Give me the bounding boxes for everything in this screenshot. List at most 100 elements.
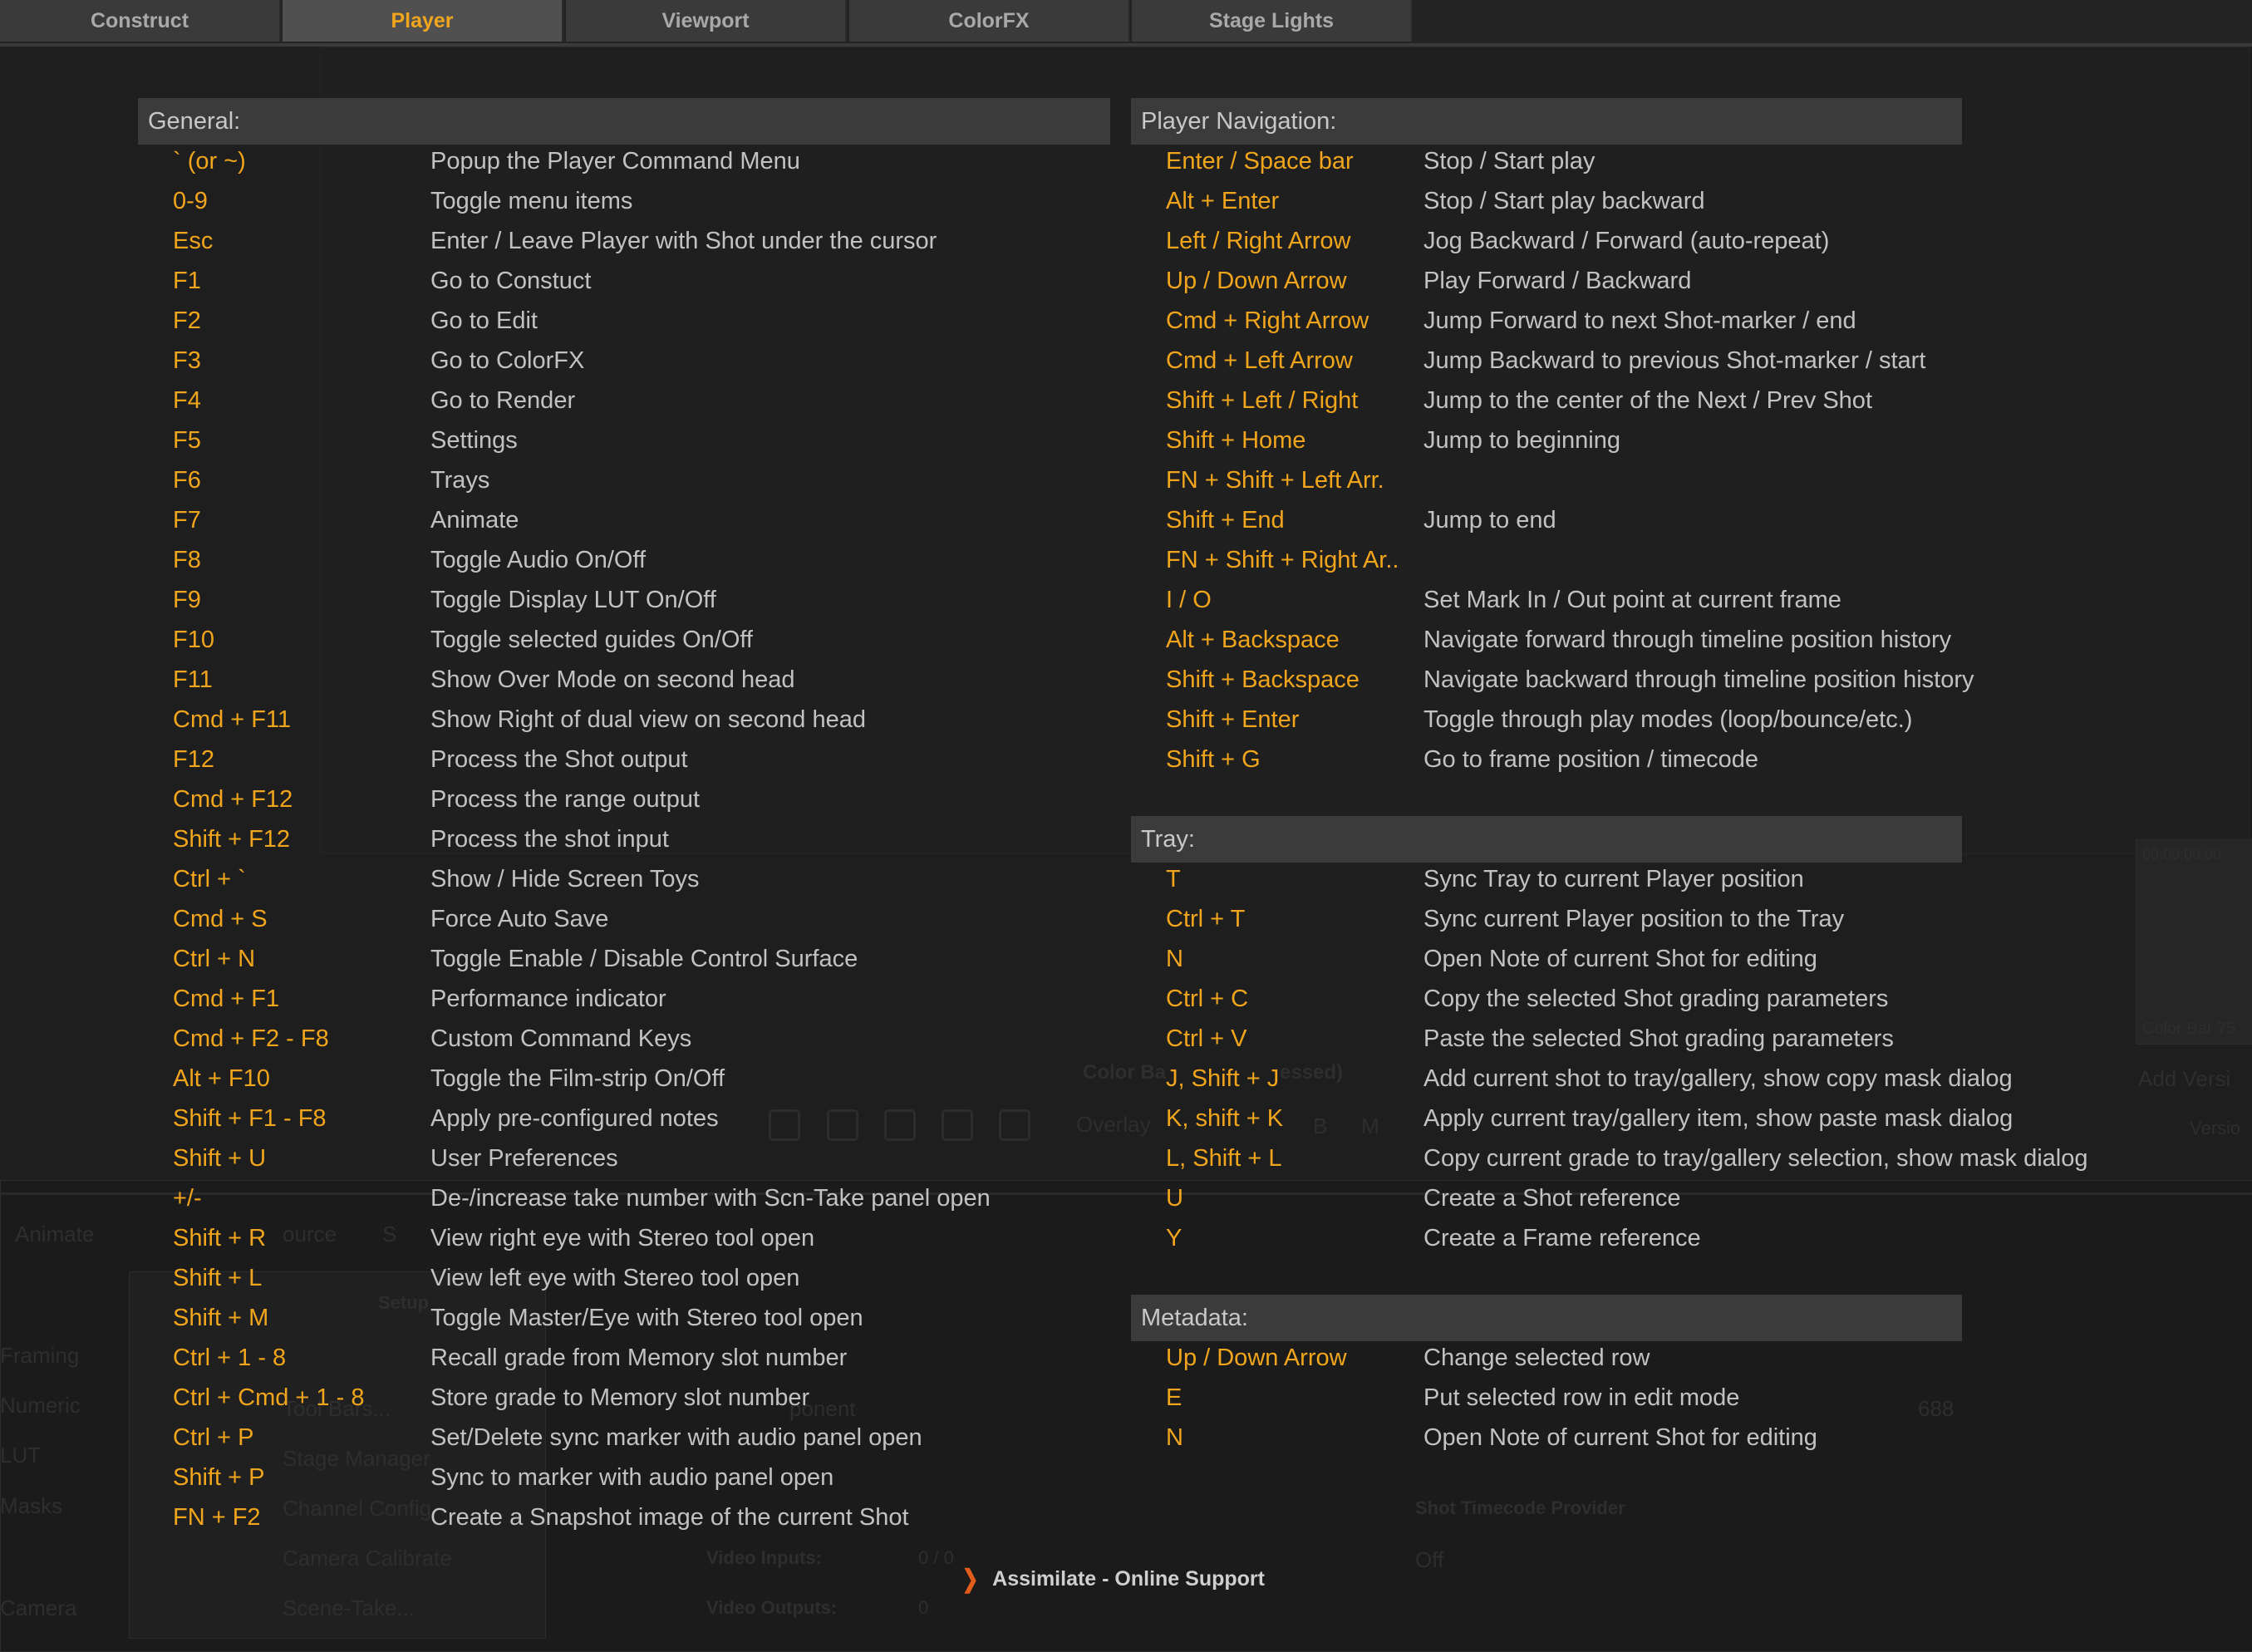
shortcut-description: Stop / Start play	[1423, 147, 1596, 175]
shortcut-description: Go to Render	[430, 386, 576, 414]
shortcut-description: Toggle Audio On/Off	[430, 546, 647, 573]
bg-timecode-provider: Shot Timecode Provider	[1415, 1497, 1625, 1518]
bg-masks: Masks	[0, 1493, 63, 1518]
shortcut-key: Alt + F10	[173, 1064, 270, 1092]
shortcut-description: Animate	[430, 506, 519, 533]
shortcut-key: FN + F2	[173, 1503, 261, 1531]
shortcut-key: ` (or ~)	[173, 147, 246, 175]
shortcut-description: Jump to beginning	[1423, 426, 1620, 454]
shortcut-key: 0-9	[173, 187, 208, 214]
shortcut-description: Add current shot to tray/gallery, show c…	[1423, 1064, 2013, 1092]
tab-stage-lights[interactable]: Stage Lights	[1132, 0, 1413, 42]
shortcut-key: Cmd + Right Arrow	[1166, 307, 1369, 334]
bg-video-inputs-value: 0 / 0	[918, 1547, 954, 1568]
shortcut-key: U	[1166, 1184, 1183, 1212]
tab-colorfx[interactable]: ColorFX	[849, 0, 1130, 42]
shortcut-key: Ctrl + N	[173, 945, 256, 972]
shortcut-description: Show Over Mode on second head	[430, 666, 795, 693]
shortcut-key: Shift + Enter	[1166, 706, 1300, 733]
shortcut-description: Apply pre-configured notes	[430, 1104, 719, 1132]
chevron-right-icon: ❯	[961, 1565, 979, 1593]
shortcut-key: J, Shift + J	[1166, 1064, 1280, 1092]
shortcut-description: Set/Delete sync marker with audio panel …	[430, 1423, 922, 1451]
shortcut-description: Paste the selected Shot grading paramete…	[1423, 1025, 1894, 1052]
bg-thumbnail	[2136, 839, 2252, 1045]
shortcut-description: Force Auto Save	[430, 905, 609, 932]
shortcut-description: Go to Constuct	[430, 267, 592, 294]
tab-viewport[interactable]: Viewport	[566, 0, 847, 42]
shortcut-key: Shift + F1 - F8	[173, 1104, 327, 1132]
shortcut-description: Toggle Enable / Disable Control Surface	[430, 945, 858, 972]
shortcut-description: De-/increase take number with Scn-Take p…	[430, 1184, 991, 1212]
shortcut-description: Copy current grade to tray/gallery selec…	[1423, 1144, 2088, 1172]
section-header-metadata: Metadata:	[1131, 1295, 1962, 1341]
shortcut-key: Up / Down Arrow	[1166, 267, 1347, 294]
shortcut-description: Create a Shot reference	[1423, 1184, 1681, 1212]
shortcut-key: Alt + Enter	[1166, 187, 1280, 214]
shortcut-description: Show Right of dual view on second head	[430, 706, 866, 733]
shortcut-key: F7	[173, 506, 201, 533]
shortcut-description: Create a Frame reference	[1423, 1224, 1701, 1251]
shortcut-description: Jump to the center of the Next / Prev Sh…	[1423, 386, 1872, 414]
shortcut-key: Shift + Home	[1166, 426, 1306, 454]
shortcut-key: T	[1166, 865, 1181, 892]
shortcut-description: Popup the Player Command Menu	[430, 147, 800, 175]
expand-icon	[999, 1109, 1030, 1141]
zoom-1to1-icon	[884, 1109, 916, 1141]
shortcut-description: Navigate backward through timeline posit…	[1423, 666, 1974, 693]
bg-color-bar-75: Color Bar 75	[2142, 1020, 2236, 1038]
shortcut-key: N	[1166, 945, 1183, 972]
shortcut-key: F3	[173, 347, 201, 374]
shortcut-key: Shift + End	[1166, 506, 1285, 533]
shortcut-key: Ctrl + Cmd + 1 - 8	[173, 1384, 365, 1411]
shortcut-description: Toggle menu items	[430, 187, 633, 214]
shortcut-description: Toggle the Film-strip On/Off	[430, 1064, 725, 1092]
shortcut-key: Shift + M	[173, 1304, 269, 1331]
shortcut-description: Jump Forward to next Shot-marker / end	[1423, 307, 1856, 334]
shortcut-description: Process the range output	[430, 785, 701, 813]
shortcut-key: Ctrl + T	[1166, 905, 1246, 932]
shortcut-key: F10	[173, 626, 214, 653]
bg-animate: Animate	[15, 1222, 95, 1246]
shortcut-description: Custom Command Keys	[430, 1025, 692, 1052]
shortcut-description: Performance indicator	[430, 985, 666, 1012]
bg-s: S	[382, 1222, 397, 1246]
shortcut-description: Open Note of current Shot for editing	[1423, 945, 1817, 972]
section-header-tray: Tray:	[1131, 816, 1962, 863]
shortcut-description: Process the shot input	[430, 825, 669, 853]
shortcut-description: Enter / Leave Player with Shot under the…	[430, 227, 937, 254]
bg-channel-config: Channel Config	[283, 1496, 432, 1521]
shortcut-key: Cmd + F12	[173, 785, 293, 813]
bg-camera: Camera	[0, 1595, 77, 1620]
shortcut-description: View right eye with Stereo tool open	[430, 1224, 815, 1251]
shortcut-key: Cmd + F11	[173, 706, 292, 733]
shortcut-description: Toggle selected guides On/Off	[430, 626, 753, 653]
shortcut-description: Jump to end	[1423, 506, 1556, 533]
bg-overlay-label: Overlay	[1076, 1112, 1151, 1137]
shortcut-key: Up / Down Arrow	[1166, 1344, 1347, 1371]
shortcut-key: Ctrl + V	[1166, 1025, 1247, 1052]
shortcut-key: F6	[173, 466, 201, 494]
shortcut-description: Play Forward / Backward	[1423, 267, 1692, 294]
shortcut-description: Stop / Start play backward	[1423, 187, 1705, 214]
shortcut-description: Go to Edit	[430, 307, 538, 334]
bg-stage-manager: Stage Manager	[283, 1446, 430, 1471]
shortcut-description: Settings	[430, 426, 518, 454]
bg-video-outputs-value: 0	[918, 1597, 929, 1618]
shortcut-key: F2	[173, 307, 201, 334]
tab-construct[interactable]: Construct	[0, 0, 281, 42]
shortcut-description: View left eye with Stereo tool open	[430, 1264, 800, 1291]
shortcut-key: Shift + U	[173, 1144, 267, 1172]
shortcut-description: Jog Backward / Forward (auto-repeat)	[1423, 227, 1830, 254]
online-support-link[interactable]: ❯ Assimilate - Online Support	[960, 1564, 1265, 1594]
bg-version: Versio	[2190, 1118, 2241, 1138]
bg-rgb-b: B	[1313, 1114, 1328, 1138]
shortcut-key: FN + Shift + Right Ar..	[1166, 546, 1399, 573]
bg-video-outputs-label: Video Outputs:	[706, 1597, 838, 1618]
bg-color-bar-suffix: essed)	[1280, 1061, 1344, 1084]
shortcut-key: F5	[173, 426, 201, 454]
shortcut-key: Ctrl + `	[173, 865, 246, 892]
shortcut-key: N	[1166, 1423, 1183, 1451]
tab-player[interactable]: Player	[283, 0, 563, 42]
zoom-in-icon	[827, 1109, 858, 1141]
